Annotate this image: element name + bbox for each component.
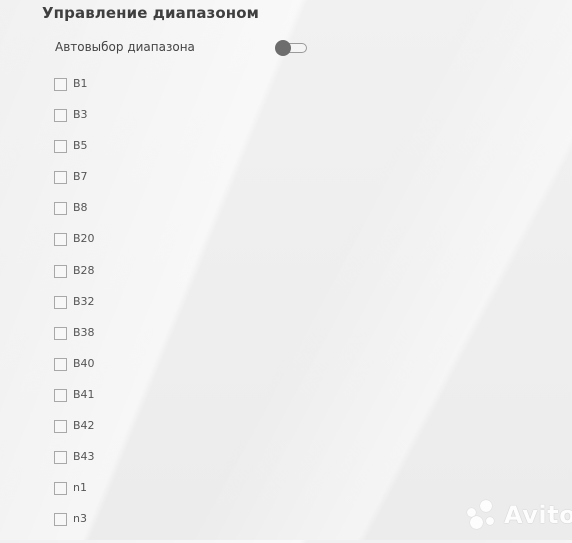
- auto-select-row: Автовыбор диапазона: [55, 40, 315, 58]
- band-item-b3[interactable]: B3: [54, 108, 95, 139]
- band-checkbox[interactable]: [54, 357, 67, 371]
- band-label: B1: [73, 77, 88, 90]
- band-item-b7[interactable]: B7: [54, 170, 95, 201]
- band-label: n3: [73, 512, 87, 526]
- band-checkbox[interactable]: [54, 171, 67, 185]
- section-title: Управление диапазоном: [42, 4, 259, 22]
- band-item-b42[interactable]: B42: [54, 419, 95, 450]
- band-label: B5: [73, 139, 88, 153]
- band-checkbox[interactable]: [54, 233, 67, 247]
- avito-watermark: Avito: [466, 498, 572, 532]
- band-item-b38[interactable]: B38: [54, 326, 95, 357]
- band-checkbox[interactable]: [54, 295, 67, 309]
- band-checkbox[interactable]: [54, 388, 67, 402]
- band-label: B43: [73, 450, 95, 464]
- band-list: B1 B3 B5 B7 B8 B20 B28 B32 B38 B40 B41 B…: [54, 77, 95, 543]
- band-checkbox[interactable]: [54, 264, 67, 278]
- band-label: B20: [73, 232, 95, 246]
- band-management-page: Управление диапазоном Автовыбор диапазон…: [0, 0, 572, 540]
- band-label: B40: [73, 356, 95, 370]
- band-item-b40[interactable]: B40: [54, 357, 95, 388]
- band-item-b5[interactable]: B5: [54, 139, 95, 170]
- band-checkbox[interactable]: [54, 420, 67, 434]
- band-item-b41[interactable]: B41: [54, 388, 95, 419]
- band-label: B41: [73, 387, 95, 401]
- band-item-b43[interactable]: B43: [54, 450, 95, 481]
- band-item-b1[interactable]: B1: [54, 77, 95, 108]
- band-item-b8[interactable]: B8: [54, 201, 95, 232]
- toggle-knob: [275, 40, 291, 56]
- band-checkbox[interactable]: [54, 451, 67, 465]
- band-label: B32: [73, 294, 95, 308]
- band-label: B8: [73, 201, 88, 215]
- band-checkbox[interactable]: [54, 326, 67, 340]
- band-item-n3[interactable]: n3: [54, 512, 95, 543]
- avito-logo-icon: [466, 499, 498, 531]
- band-checkbox[interactable]: [54, 482, 67, 496]
- auto-select-label: Автовыбор диапазона: [55, 40, 195, 54]
- band-label: B3: [73, 108, 88, 122]
- band-item-n1[interactable]: n1: [54, 481, 95, 512]
- watermark-text: Avito: [504, 501, 572, 529]
- band-label: B38: [73, 325, 95, 339]
- auto-select-toggle[interactable]: [275, 40, 307, 56]
- band-item-b20[interactable]: B20: [54, 232, 95, 263]
- band-checkbox[interactable]: [54, 140, 67, 154]
- band-checkbox[interactable]: [54, 109, 67, 123]
- band-label: B7: [73, 170, 88, 184]
- band-item-b28[interactable]: B28: [54, 264, 95, 295]
- band-label: n1: [73, 481, 87, 495]
- band-checkbox[interactable]: [54, 78, 67, 91]
- band-item-b32[interactable]: B32: [54, 295, 95, 326]
- band-label: B42: [73, 419, 95, 433]
- band-checkbox[interactable]: [54, 513, 67, 527]
- band-label: B28: [73, 263, 95, 277]
- band-checkbox[interactable]: [54, 202, 67, 216]
